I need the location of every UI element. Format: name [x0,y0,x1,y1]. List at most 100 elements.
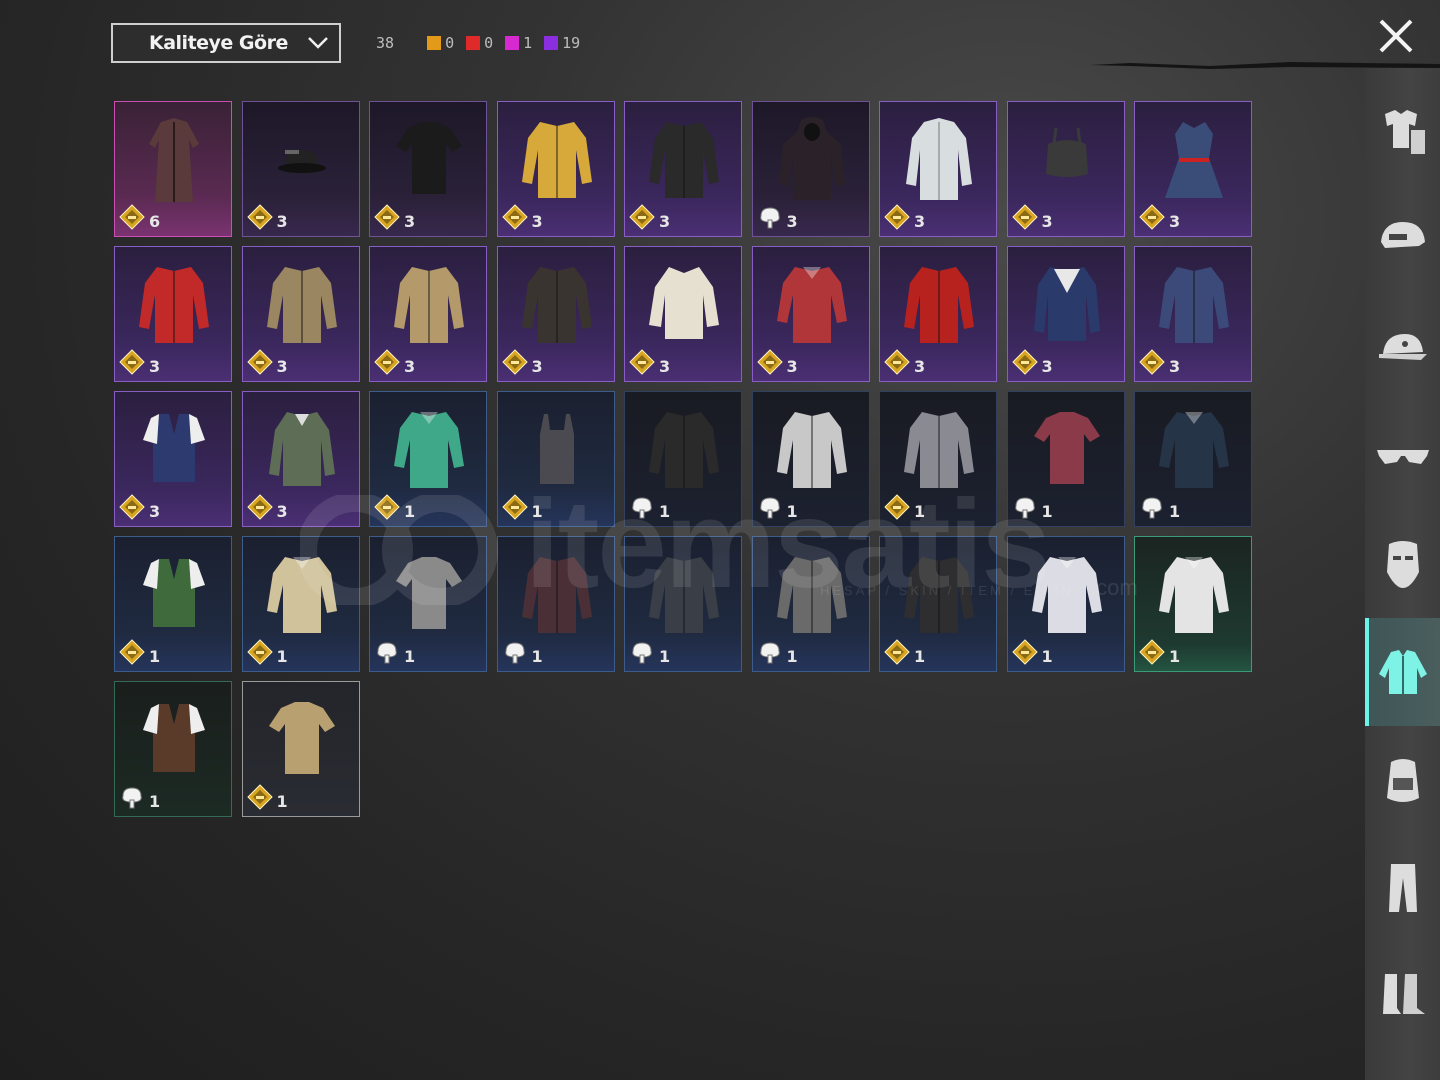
cap-icon [1378,334,1427,360]
coin-badge-icon [756,349,783,375]
shirt-icon [266,557,337,633]
item-card[interactable]: 1 [114,681,232,817]
crate-badge-icon [1014,497,1035,519]
item-card[interactable]: 3 [1006,246,1125,382]
crate-badge-icon [1142,497,1162,519]
item-card[interactable]: 1 [241,681,360,817]
item-card[interactable]: 3 [1006,101,1125,237]
crate-badge-icon [632,497,652,519]
item-card[interactable]: 1 [751,536,870,672]
hat-icon [277,150,326,173]
item-card[interactable]: 1 [496,391,615,527]
item-quantity: 3 [531,357,543,376]
item-card[interactable]: 3 [1134,246,1252,382]
item-card[interactable]: 3 [114,246,232,382]
crate-badge-icon [504,642,525,664]
sidebar-tab-outfit[interactable] [1365,78,1440,186]
item-card[interactable]: 3 [496,101,615,237]
item-card[interactable]: 1 [1006,391,1125,527]
shirt-icon [1159,557,1229,633]
crate-badge-icon [759,207,780,229]
item-card[interactable]: 3 [369,246,487,382]
rarity-count-value: 0 [484,34,494,52]
sort-dropdown[interactable]: Kaliteye Göre [111,23,341,63]
item-card[interactable]: 1 [114,536,232,672]
backpack-icon [1386,759,1419,802]
item-card[interactable]: 3 [751,101,870,237]
item-card[interactable]: 3 [879,101,997,237]
item-card[interactable]: 1 [751,391,870,527]
item-card[interactable]: 1 [241,536,360,672]
item-card[interactable]: 3 [369,101,487,237]
item-card[interactable]: 1 [369,536,487,672]
tanktop-icon [539,414,574,484]
jacket-icon [521,122,592,198]
item-quantity: 3 [786,357,798,376]
jacket-icon [776,557,847,633]
sidebar-tab-glasses[interactable] [1365,402,1440,510]
sidebar-tab-pants[interactable] [1365,834,1440,942]
item-card[interactable]: 3 [241,391,360,527]
coin-badge-icon [884,349,910,375]
item-card[interactable]: 1 [496,536,615,672]
coin-badge-icon [884,494,910,520]
jacket-icon [904,267,974,343]
vest-icon [143,704,205,772]
coin-badge-icon [1139,349,1165,375]
coin-badge-icon [629,349,655,375]
item-card[interactable]: 1 [879,536,997,672]
coin-badge-icon [246,639,273,665]
coin-badge-icon [246,494,273,520]
coin-badge-icon [119,204,145,230]
item-card[interactable]: 3 [1134,101,1252,237]
item-card[interactable]: 1 [1134,536,1252,672]
item-card[interactable]: 3 [241,246,360,382]
sidebar-tab-jacket[interactable] [1365,618,1440,726]
item-card[interactable]: 1 [1134,391,1252,527]
sort-label: Kaliteye Göre [149,32,288,54]
item-card[interactable]: 3 [496,246,615,382]
boots-icon [1382,974,1425,1014]
sidebar-tab-helmet[interactable] [1365,186,1440,294]
item-card[interactable]: 1 [879,391,997,527]
item-quantity: 3 [149,357,161,376]
item-card[interactable]: 1 [1006,536,1125,672]
item-card[interactable]: 3 [751,246,870,382]
jacket-icon [266,267,337,343]
sidebar-tab-cap[interactable] [1365,294,1440,402]
sidebar-tab-backpack[interactable] [1365,726,1440,834]
item-card[interactable]: 1 [624,391,742,527]
item-quantity: 3 [1041,357,1053,376]
item-card[interactable]: 1 [624,536,742,672]
crate-badge-icon [122,787,142,809]
item-quantity: 3 [659,357,671,376]
coin-badge-icon [501,494,528,520]
item-card[interactable]: 3 [879,246,997,382]
vest-icon [143,414,205,482]
item-quantity: 3 [1041,212,1053,231]
item-card[interactable]: 3 [114,391,232,527]
item-quantity: 1 [914,647,926,666]
sidebar-tab-mask[interactable] [1365,510,1440,618]
crate-badge-icon [759,642,780,664]
coin-badge-icon [1011,349,1038,375]
coin-badge-icon [1139,639,1165,665]
item-quantity: 3 [276,212,288,231]
item-card[interactable]: 3 [624,101,742,237]
top-icon [1045,127,1088,177]
item-quantity: 3 [276,502,288,521]
item-quantity: 3 [1169,212,1181,231]
sidebar-tab-boots[interactable] [1365,942,1440,1050]
jacket-icon [649,557,719,633]
item-card[interactable]: 3 [241,101,360,237]
close-icon[interactable] [1374,14,1418,58]
item-card[interactable]: 3 [624,246,742,382]
coin-badge-icon [246,784,273,810]
item-card[interactable]: 1 [369,391,487,527]
dress-icon [1165,122,1223,198]
item-card[interactable]: 6 [114,101,232,237]
item-quantity: 1 [404,647,416,666]
crate-badge-icon [377,642,397,664]
crate-badge-icon [632,642,652,664]
crate-badge-icon [759,497,780,519]
